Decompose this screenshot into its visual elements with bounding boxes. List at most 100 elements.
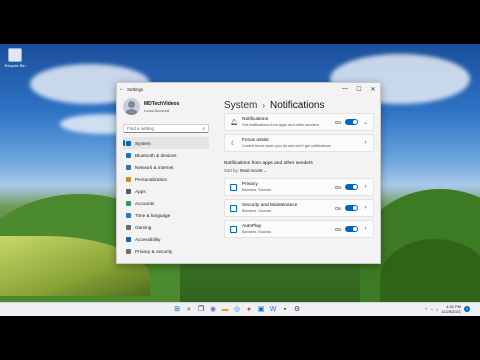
sidebar-item-label: Apps [135, 188, 146, 194]
chevron-down-icon[interactable]: ⌄ [363, 119, 368, 126]
recycle-bin-icon [8, 48, 22, 62]
profile-account-type: Local Account [144, 107, 169, 113]
brush-icon [126, 176, 131, 182]
store-icon[interactable]: ▣ [256, 305, 266, 315]
sidebar-item-bluetooth-devices[interactable]: Bluetooth & devices [123, 149, 209, 161]
sidebar-item-personalization[interactable]: Personalization [123, 173, 209, 185]
app-toggle[interactable] [345, 226, 358, 232]
task-view-icon[interactable]: ❐ [196, 305, 206, 315]
clock-date: 11/28/2021 [441, 309, 461, 314]
search-icon[interactable]: ⌕ [202, 126, 205, 132]
toggle-state: On [334, 205, 341, 211]
bell-icon: 🔔︎ [230, 119, 238, 126]
app-notification-row[interactable]: AutoPlay Banners, Sounds On › [224, 220, 374, 238]
accessibility-icon [126, 236, 131, 242]
notifications-card[interactable]: 🔔︎ Notifications Get notifications from … [224, 113, 374, 131]
breadcrumb: System › Notifications [221, 95, 380, 113]
sort-control[interactable]: Sort by: Most recent ⌄ [221, 168, 380, 178]
section-title: Notifications from apps and other sender… [224, 161, 313, 166]
toggle-state: On [334, 184, 341, 190]
search-input[interactable] [127, 126, 203, 131]
app-toggle[interactable] [345, 205, 358, 211]
system-icon [126, 140, 131, 146]
desktop: Recycle Bin ← Settings — ☐ ✕ MDTechVideo… [0, 44, 480, 316]
sort-label: Sort by: [224, 168, 239, 173]
sidebar-item-apps[interactable]: Apps [123, 185, 209, 197]
sidebar-item-privacy-security[interactable]: Privacy & security [123, 245, 209, 257]
breadcrumb-system[interactable]: System [224, 100, 257, 111]
settings-gear-icon[interactable]: ⚙ [292, 305, 302, 315]
moon-icon: ☾ [230, 140, 237, 147]
sidebar-item-network-internet[interactable]: Network & internet [123, 161, 209, 173]
card-subtitle: Control times when you do and don't get … [242, 144, 331, 148]
toggle-state: On [334, 119, 341, 125]
system-tray: ^ ◔ ♪ 4:30 PM 11/28/2021 1 [425, 304, 470, 314]
sidebar-item-accessibility[interactable]: Accessibility [123, 233, 209, 245]
apps-icon [126, 188, 131, 194]
clock[interactable]: 4:30 PM 11/28/2021 [441, 304, 461, 314]
recycle-bin-shortcut[interactable]: Recycle Bin [4, 48, 26, 68]
start-icon[interactable]: ⊞ [172, 305, 182, 315]
chevron-right-icon[interactable]: › [363, 140, 368, 146]
app-name: AutoPlay [242, 224, 262, 229]
taskbar: ⊞ ⌕ ❐ ◉ ▬ ◎ ● ▣ W ▪ ⚙ ^ ◔ ♪ 4:30 PM 11/2… [0, 302, 480, 316]
gaming-icon [126, 224, 131, 230]
chevron-right-icon[interactable]: › [363, 226, 368, 232]
app-name: Security and Maintenance [242, 203, 298, 208]
sidebar-item-label: Gaming [135, 224, 152, 230]
app-icon[interactable]: ▪ [280, 305, 290, 315]
app-notification-row[interactable]: Privacy Banners, Sounds On › [224, 178, 374, 196]
sidebar-item-label: Accessibility [135, 236, 161, 242]
word-icon[interactable]: W [268, 305, 278, 315]
tray-overflow-icon[interactable]: ^ [425, 307, 427, 312]
search-icon[interactable]: ⌕ [184, 305, 194, 315]
app-icon [230, 183, 237, 191]
app-toggle[interactable] [345, 184, 358, 190]
file-explorer-icon[interactable]: ▬ [220, 305, 230, 315]
sidebar-item-time-language[interactable]: Time & language [123, 209, 209, 221]
teams-chat-icon[interactable]: ◉ [208, 305, 218, 315]
bluetooth-icon [126, 152, 131, 158]
title-bar: ← Settings — ☐ ✕ [117, 83, 380, 95]
sidebar-nav: System Bluetooth & devices Network & int… [117, 137, 215, 257]
app-icon [230, 204, 237, 212]
sidebar: MDTechVideos Local Account ⌕ System Blue… [117, 95, 215, 263]
chrome-icon[interactable]: ● [244, 305, 254, 315]
sort-value[interactable]: Most recent [240, 168, 262, 173]
card-title: Focus assist [242, 138, 269, 143]
back-arrow-icon[interactable]: ← [117, 86, 127, 92]
avatar [123, 98, 140, 115]
close-button[interactable]: ✕ [366, 86, 380, 93]
page-title: Notifications [270, 99, 325, 111]
chevron-right-icon[interactable]: › [363, 205, 368, 211]
focus-assist-card[interactable]: ☾ Focus assist Control times when you do… [224, 134, 374, 152]
app-detail: Banners, Sounds [242, 188, 272, 192]
taskbar-apps: ⊞ ⌕ ❐ ◉ ▬ ◎ ● ▣ W ▪ ⚙ [172, 305, 304, 315]
accounts-icon [126, 200, 131, 206]
app-icon [230, 225, 237, 233]
breadcrumb-separator: › [262, 100, 266, 110]
window-title: Settings [127, 86, 144, 92]
shield-icon [126, 248, 131, 254]
minimize-button[interactable]: — [338, 86, 352, 92]
volume-icon[interactable]: ♪ [436, 307, 438, 312]
sidebar-item-label: Personalization [135, 176, 168, 182]
sidebar-item-system[interactable]: System [123, 137, 209, 149]
profile[interactable]: MDTechVideos Local Account [117, 95, 215, 118]
sidebar-item-label: Bluetooth & devices [135, 152, 177, 158]
search-box[interactable]: ⌕ [123, 124, 209, 133]
maximize-button[interactable]: ☐ [352, 86, 366, 93]
sidebar-item-label: Privacy & security [135, 248, 173, 254]
network-icon [126, 164, 131, 170]
settings-window: ← Settings — ☐ ✕ MDTechVideos Local Acco… [116, 82, 381, 264]
sidebar-item-gaming[interactable]: Gaming [123, 221, 209, 233]
edge-icon[interactable]: ◎ [232, 305, 242, 315]
sidebar-item-label: Time & language [135, 212, 171, 218]
network-icon[interactable]: ◔ [430, 307, 433, 312]
notifications-toggle[interactable] [345, 119, 358, 125]
chevron-right-icon[interactable]: › [363, 184, 368, 190]
sidebar-item-accounts[interactable]: Accounts [123, 197, 209, 209]
notification-badge[interactable]: 1 [464, 306, 470, 312]
recycle-bin-label: Recycle Bin [4, 63, 26, 68]
app-notification-row[interactable]: Security and Maintenance Banners, Sounds… [224, 199, 374, 217]
